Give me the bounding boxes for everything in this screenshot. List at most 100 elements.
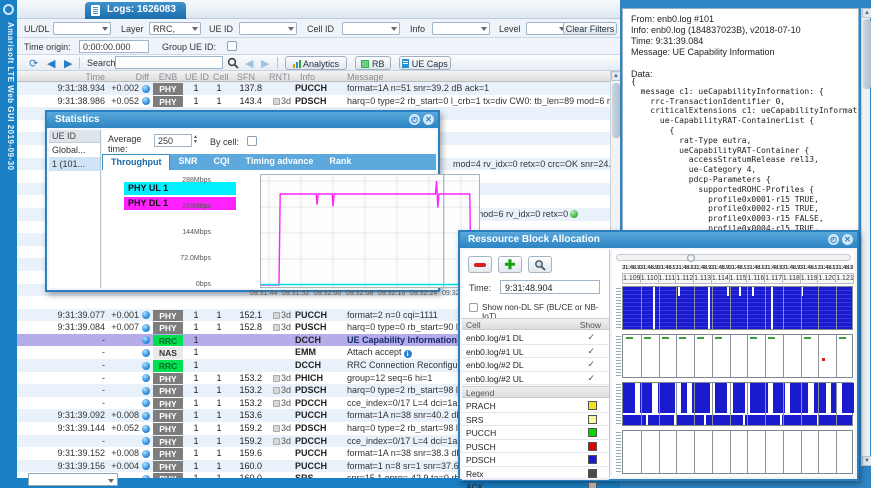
table-row[interactable]: 9:31:38.934+0.002PHY11137.8PUCCHformat=1…	[17, 82, 620, 95]
rb-legend-item: PUSCH	[462, 440, 609, 454]
ueid-label: UE ID	[209, 24, 233, 34]
spinner-arrows[interactable]: ▲▼	[193, 135, 198, 145]
grid-time-label: 31:48.9	[729, 265, 747, 273]
rb-cell-row[interactable]: enb0.log/#2 DL✓	[462, 358, 609, 372]
band-notch	[678, 287, 680, 296]
show-checkbox[interactable]: ✓	[587, 332, 595, 343]
add-cell-button[interactable]: ✚	[498, 256, 522, 273]
stats-tab-snr[interactable]: SNR	[170, 154, 205, 170]
col-header-message[interactable]: Message	[347, 72, 467, 82]
ue-list-item[interactable]: 1 (101...	[49, 157, 100, 171]
column-separator	[712, 383, 713, 425]
rb-cell-row[interactable]: enb0.log/#2 UL✓	[462, 372, 609, 386]
info-icon[interactable]: i	[404, 350, 412, 358]
col-header-sfn[interactable]: SFN	[237, 72, 265, 82]
search-input[interactable]	[115, 56, 223, 69]
column-separator	[676, 431, 677, 473]
table-row[interactable]: 9:31:38.986+0.052PHY11143.43dPDSCHharq=0…	[17, 95, 620, 108]
window-close-icon[interactable]: ✕	[842, 234, 853, 245]
layer-select[interactable]: RRC,	[149, 22, 201, 35]
x-axis-tick: 09:32:08	[346, 290, 373, 297]
cell-info: PUCCH	[295, 410, 345, 420]
remove-cell-button[interactable]	[468, 256, 492, 273]
rb-window-title[interactable]: Ressource Block Allocation	[460, 232, 857, 248]
uldl-select[interactable]	[53, 22, 111, 35]
show-checkbox[interactable]: ✓	[587, 359, 595, 370]
group-ueid-checkbox[interactable]	[227, 41, 237, 51]
stats-tab-rank[interactable]: Rank	[321, 154, 359, 170]
ue-id-list: UE ID Global...1 (101...	[49, 130, 101, 288]
info-select[interactable]	[432, 22, 490, 35]
layer-badge: NAS	[153, 347, 183, 359]
statistics-tabs: ThroughputSNRCQITiming advanceRankRX/TX …	[102, 154, 436, 170]
statistics-window-title[interactable]: Statistics	[47, 112, 438, 128]
group-ueid-label: Group UE ID:	[162, 42, 216, 52]
analytics-button[interactable]: Analytics	[285, 56, 347, 70]
cellid-select[interactable]	[342, 22, 400, 35]
ue-list-item[interactable]: Global...	[49, 143, 100, 157]
rb-legend-item: ACK	[462, 480, 609, 488]
x-axis-tick: 09:32:24	[410, 290, 437, 297]
column-separator	[765, 335, 766, 377]
srs-mark	[750, 337, 757, 339]
window-close-icon[interactable]: ✕	[423, 114, 434, 125]
band-block	[681, 383, 687, 413]
prev-match-icon[interactable]: ◀	[245, 57, 253, 70]
layer-badge: PHY	[153, 436, 183, 448]
grid-time-label: 31:48.9	[693, 265, 711, 273]
footer-select[interactable]	[28, 473, 118, 486]
col-header-ueid[interactable]: UE ID	[185, 72, 211, 82]
band-gap	[646, 415, 648, 425]
srs-mark	[644, 337, 651, 339]
level-select[interactable]	[526, 22, 568, 35]
col-header-time[interactable]: Time	[17, 72, 105, 82]
non-dl-sf-checkbox[interactable]	[469, 303, 478, 312]
by-cell-checkbox[interactable]	[247, 136, 257, 146]
col-header-info[interactable]: Info	[300, 72, 340, 82]
clear-filters-button[interactable]: Clear Filters	[563, 22, 617, 35]
window-popout-icon[interactable]: ◴	[828, 234, 839, 245]
zoom-button[interactable]	[528, 256, 552, 273]
cell-table-header: Cell Show	[462, 318, 609, 330]
stats-tab-throughput[interactable]: Throughput	[102, 154, 170, 170]
col-header-enb[interactable]: ENB	[153, 72, 183, 82]
time-origin-input[interactable]: 0:00:00.000	[79, 40, 149, 53]
next-match-icon[interactable]: ▶	[261, 57, 269, 70]
ue-caps-button[interactable]: UE Caps	[399, 56, 451, 70]
forward-icon[interactable]: ▶	[64, 57, 72, 70]
rb-time-slider[interactable]	[616, 254, 851, 261]
layer-badge: PHY	[153, 410, 183, 422]
grid-time-label: 31:48.9	[658, 265, 676, 273]
binoculars-search-icon[interactable]	[227, 57, 239, 69]
left-sidebar: Amarisoft LTE Web GUI 2019-09-30	[0, 0, 17, 488]
rb-time-input[interactable]: 9:31:48.904	[500, 280, 600, 294]
show-checkbox[interactable]: ✓	[587, 373, 595, 384]
col-header-diff[interactable]: Diff	[107, 72, 149, 82]
layer-badge: RRC	[153, 335, 183, 347]
scroll-up-icon[interactable]: ▲	[862, 8, 871, 18]
rb-cell-row[interactable]: enb0.log/#1 UL✓	[462, 345, 609, 359]
stats-tab-cqi[interactable]: CQI	[206, 154, 238, 170]
col-header-rnti[interactable]: RNTI	[269, 72, 295, 82]
stats-tab-timing-advance[interactable]: Timing advance	[238, 154, 322, 170]
rb-cell-row[interactable]: enb0.log/#1 DL✓	[462, 331, 609, 345]
refresh-icon[interactable]: ⟳	[29, 57, 38, 70]
slider-knob[interactable]	[687, 254, 695, 262]
scroll-down-icon[interactable]: ▼	[862, 456, 871, 466]
scroll-thumb[interactable]	[863, 19, 871, 89]
cell-info: DCCH	[295, 360, 345, 370]
diff-dot-icon	[142, 387, 150, 395]
grid-subframe-label: 1.112	[675, 273, 694, 284]
grid-subframe-label: 1.114	[711, 273, 730, 284]
col-header-cell[interactable]: Cell	[213, 72, 233, 82]
tab-logs[interactable]: Logs: 1626083	[85, 2, 186, 19]
show-checkbox[interactable]: ✓	[587, 346, 595, 357]
window-popout-icon[interactable]: ◴	[409, 114, 420, 125]
back-icon[interactable]: ◀	[47, 57, 55, 70]
ueid-select[interactable]	[239, 22, 297, 35]
average-time-input[interactable]: 250	[154, 134, 192, 147]
cell-sfn: 152.1	[230, 310, 262, 320]
rb-button[interactable]: RB	[355, 56, 391, 70]
detail-vscrollbar[interactable]: ▲ ▼	[861, 8, 870, 466]
scroll-thumb[interactable]	[612, 83, 620, 138]
